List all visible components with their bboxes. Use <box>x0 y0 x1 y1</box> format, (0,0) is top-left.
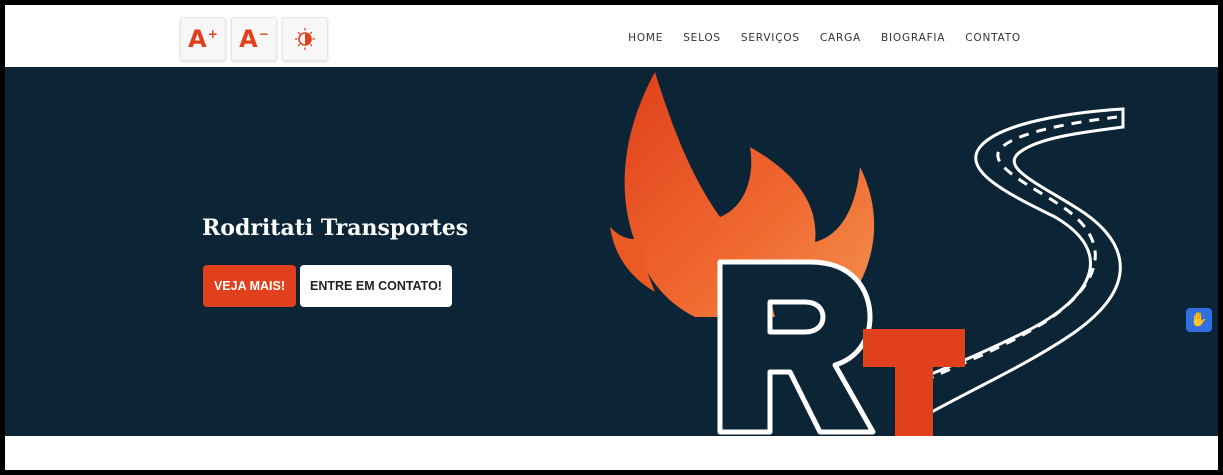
sign-language-icon: ✋ <box>1190 312 1208 328</box>
hero-title: Rodritati Transportes <box>202 215 469 241</box>
nav-carga[interactable]: CARGA <box>820 32 861 44</box>
decrease-font-icon: A− <box>239 25 269 53</box>
main-nav: HOME SELOS SERVIÇOS CARGA BIOGRAFIA CONT… <box>628 32 1021 44</box>
rt-logo <box>610 72 1125 436</box>
nav-servicos[interactable]: SERVIÇOS <box>741 32 800 44</box>
increase-font-button[interactable]: A+ <box>180 17 226 61</box>
contrast-button[interactable] <box>282 17 328 61</box>
nav-selos[interactable]: SELOS <box>683 32 721 44</box>
nav-home[interactable]: HOME <box>628 32 663 44</box>
nav-contato[interactable]: CONTATO <box>965 32 1021 44</box>
bottom-strip <box>5 436 1218 470</box>
increase-font-icon: A+ <box>188 25 218 53</box>
road-shape <box>903 107 1125 430</box>
veja-mais-button[interactable]: VEJA MAIS! <box>203 265 296 307</box>
browser-viewport: A+ A− HOME SELOS SERVIÇOS CARGA BIOGRAFI… <box>0 0 1223 475</box>
contrast-icon <box>295 28 315 50</box>
hero-banner: Rodritati Transportes VEJA MAIS! ENTRE E… <box>5 67 1218 436</box>
nav-biografia[interactable]: BIOGRAFIA <box>881 32 945 44</box>
contact-button[interactable]: ENTRE EM CONTATO! <box>300 265 452 307</box>
decrease-font-button[interactable]: A− <box>231 17 277 61</box>
top-bar: A+ A− HOME SELOS SERVIÇOS CARGA BIOGRAFI… <box>5 5 1218 67</box>
r-letter <box>717 259 876 435</box>
sign-language-widget[interactable]: ✋ <box>1186 308 1212 332</box>
